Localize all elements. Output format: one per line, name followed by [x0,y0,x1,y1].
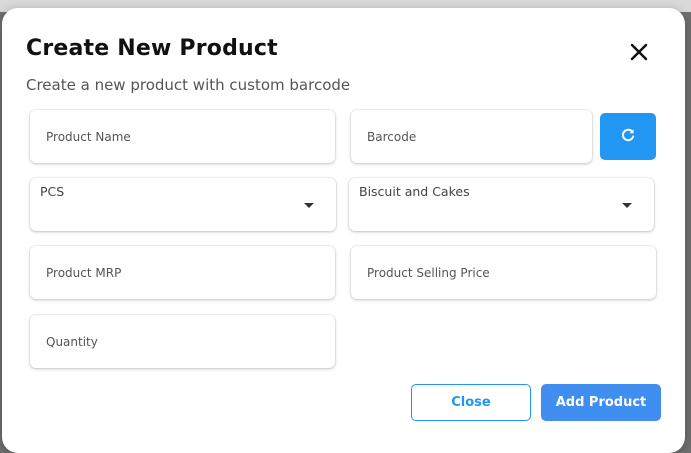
product-name-input[interactable]: Product Name [30,110,335,163]
generate-barcode-button[interactable] [600,113,656,160]
chevron-down-icon [304,203,314,208]
close-icon[interactable] [628,41,650,63]
unit-select-value: PCS [40,184,65,199]
unit-select[interactable]: PCS [30,178,336,231]
dialog-subtitle: Create a new product with custom barcode [26,76,351,94]
dialog-title: Create New Product [26,36,278,61]
product-mrp-input[interactable]: Product MRP [30,246,335,299]
chevron-down-icon [622,203,632,208]
barcode-input[interactable]: Barcode [351,110,592,163]
quantity-placeholder: Quantity [46,334,98,349]
close-button[interactable]: Close [411,384,531,421]
selling-price-placeholder: Product Selling Price [367,265,490,280]
quantity-input[interactable]: Quantity [30,315,335,368]
refresh-icon [620,127,636,147]
selling-price-input[interactable]: Product Selling Price [351,246,656,299]
barcode-placeholder: Barcode [367,129,417,144]
create-product-dialog: Create New Product Create a new product … [2,8,685,453]
category-select-value: Biscuit and Cakes [359,184,470,199]
category-select[interactable]: Biscuit and Cakes [349,178,654,231]
product-name-placeholder: Product Name [46,129,131,144]
product-mrp-placeholder: Product MRP [46,265,122,280]
add-product-button[interactable]: Add Product [541,384,661,421]
